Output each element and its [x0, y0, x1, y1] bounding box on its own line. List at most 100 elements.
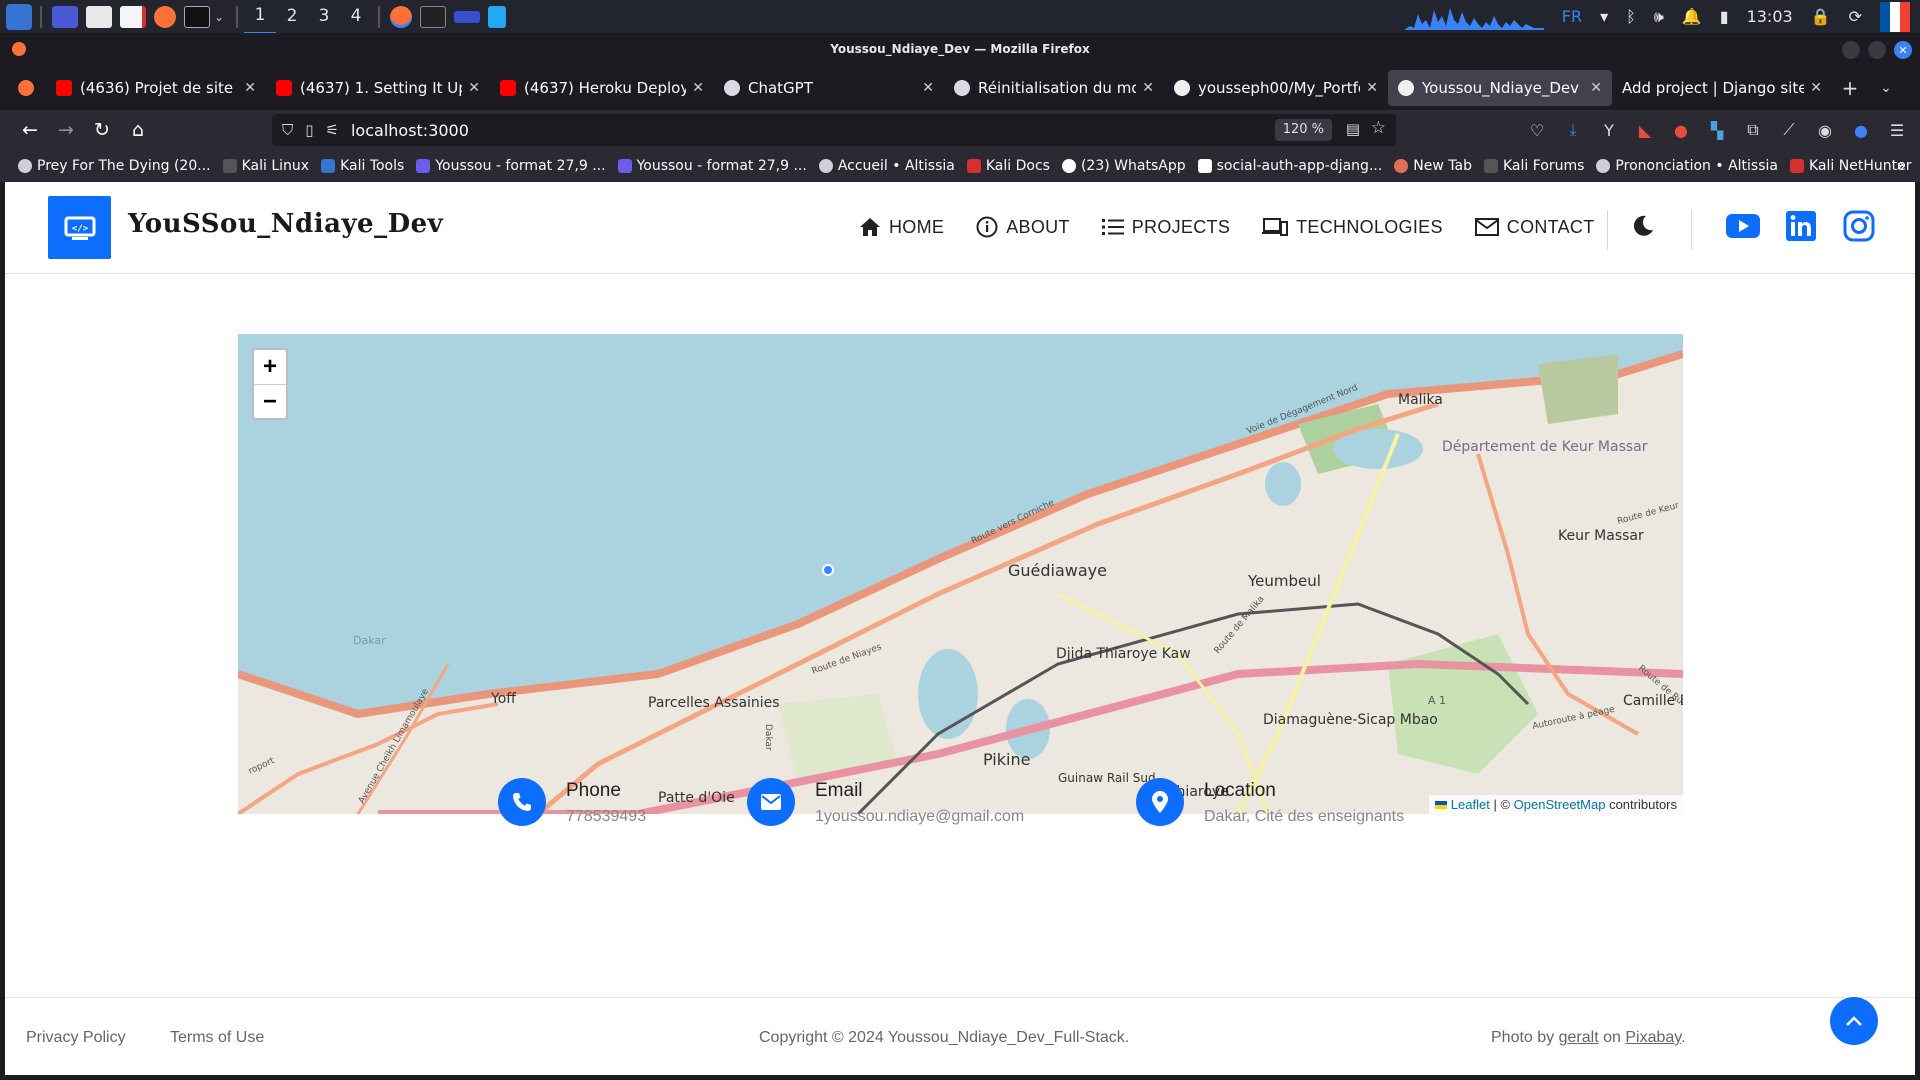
reload-button[interactable]: ↻ [86, 114, 118, 146]
bookmark-item[interactable]: Kali Tools [321, 158, 404, 174]
firefox-launcher-icon[interactable] [154, 5, 176, 28]
extension-k-icon[interactable]: ● [1848, 114, 1874, 146]
tab[interactable]: Réinitialisation du mot de ✕ [944, 70, 1164, 106]
back-button[interactable]: ← [14, 114, 46, 146]
tab[interactable]: (4636) Projet de site Web ✕ [46, 70, 266, 106]
extension-flag-icon[interactable]: ◣ [1632, 114, 1658, 146]
youtube-link[interactable] [1725, 208, 1761, 244]
tab[interactable]: (4637) Heroku Deployme ✕ [490, 70, 714, 106]
tab[interactable]: (4637) 1. Setting It Up: Lo ✕ [266, 70, 490, 106]
photo-author-link[interactable]: geralt [1559, 1029, 1599, 1046]
app-menu-icon[interactable]: ☰ [1884, 114, 1910, 146]
bluetooth-icon[interactable]: ᛒ [1626, 7, 1636, 26]
nav-about[interactable]: ABOUT [976, 216, 1070, 238]
workspace-2[interactable]: 2 [276, 0, 308, 33]
contact-value[interactable]: Dakar, Cité des enseignants [1204, 808, 1404, 826]
bookmark-item[interactable]: Youssou - format 27,9 ... [416, 158, 606, 174]
bookmark-item[interactable]: Kali Forums [1483, 158, 1584, 174]
new-tab-button[interactable]: + [1832, 76, 1868, 100]
zoom-indicator[interactable]: 120 % [1274, 119, 1332, 141]
chevron-down-icon[interactable]: ⌄ [214, 10, 224, 24]
url-text[interactable]: localhost:3000 [351, 121, 469, 140]
more-bookmarks-icon[interactable]: » [1896, 156, 1906, 175]
shield-icon[interactable]: ⛉ [282, 121, 293, 139]
map-tiles[interactable]: Malika Département de Keur Massar Keur M… [238, 334, 1683, 814]
terms-of-use-link[interactable]: Terms of Use [170, 1029, 264, 1047]
brand-logo-icon[interactable]: </> [48, 196, 111, 259]
page-icon[interactable]: ▯ [305, 121, 313, 139]
wifi-icon[interactable]: ▾ [1600, 7, 1608, 26]
bookmark-item[interactable]: Prey For The Dying (20... [18, 158, 211, 174]
zoom-out-button[interactable]: − [254, 384, 286, 418]
vscode-window-icon[interactable] [488, 5, 507, 28]
workspace-3[interactable]: 3 [308, 0, 340, 33]
osm-link[interactable]: OpenStreetMap [1514, 797, 1606, 812]
volume-icon[interactable]: 🕪 [1654, 7, 1664, 27]
pixabay-link[interactable]: Pixabay [1625, 1029, 1681, 1046]
downloads-icon[interactable]: ⤓ [1560, 114, 1586, 146]
close-tab-icon[interactable]: ✕ [1590, 80, 1602, 96]
clock[interactable]: 13:03 [1747, 7, 1793, 26]
zoom-in-button[interactable]: + [254, 350, 286, 384]
nav-home[interactable]: HOME [859, 216, 944, 238]
close-tab-icon[interactable]: ✕ [922, 80, 934, 96]
tab-active[interactable]: Youssou_Ndiaye_Dev ✕ [1388, 70, 1612, 106]
close-tab-icon[interactable]: ✕ [1142, 80, 1154, 96]
terminal-launcher-icon[interactable] [184, 5, 210, 28]
close-tab-icon[interactable]: ✕ [1366, 80, 1378, 96]
extension-record-icon[interactable]: ● [1668, 114, 1694, 146]
instagram-link[interactable] [1841, 208, 1877, 244]
leaflet-map[interactable]: Malika Département de Keur Massar Keur M… [238, 334, 1683, 814]
keyboard-layout-indicator[interactable]: FR [1562, 7, 1582, 26]
bookmark-item[interactable]: Kali Docs [966, 158, 1050, 174]
privacy-policy-link[interactable]: Privacy Policy [26, 1029, 126, 1047]
close-tab-icon[interactable]: ✕ [1810, 80, 1822, 96]
folder-window-icon[interactable] [454, 10, 481, 23]
contact-value[interactable]: 1youssou.ndiaye@gmail.com [815, 808, 1024, 826]
close-tab-icon[interactable]: ✕ [244, 80, 256, 96]
logout-icon[interactable]: ⟳ [1849, 7, 1862, 26]
bookmark-item[interactable]: Kali Linux [222, 158, 309, 174]
tab[interactable]: yousseph00/My_Portfoli ✕ [1164, 70, 1388, 106]
text-editor-icon[interactable] [120, 5, 146, 28]
bookmark-item[interactable]: social-auth-app-djang... [1197, 158, 1382, 174]
bookmark-item[interactable]: New Tab [1394, 158, 1472, 174]
battery-icon[interactable]: ▮ [1720, 7, 1729, 26]
leaflet-link[interactable]: Leaflet [1451, 797, 1490, 812]
nav-technologies[interactable]: TECHNOLOGIES [1262, 216, 1443, 238]
brand-name[interactable]: YouSSou_Ndiaye_Dev [128, 209, 443, 239]
contact-value[interactable]: 778539493 [566, 808, 646, 826]
close-window-button[interactable]: ✕ [1894, 41, 1912, 59]
maximize-button[interactable] [1868, 41, 1886, 59]
bookmark-item[interactable]: (23) WhatsApp [1061, 158, 1186, 174]
pocket-icon[interactable]: ♡ [1524, 114, 1550, 146]
file-manager-icon[interactable] [86, 5, 112, 28]
extension-y-icon[interactable]: Y [1596, 114, 1622, 146]
workspace-4[interactable]: 4 [340, 0, 372, 33]
bookmark-item[interactable]: Kali NetHunter [1790, 158, 1911, 174]
home-button[interactable]: ⌂ [122, 114, 154, 146]
bookmark-item[interactable]: Prononciation • Altissia [1596, 158, 1778, 174]
tab[interactable]: Add project | Django site adr ✕ [1612, 70, 1832, 106]
extension-blocks-icon[interactable]: ▚ [1704, 114, 1730, 146]
kali-menu-button[interactable] [4, 2, 34, 32]
nav-projects[interactable]: PROJECTS [1101, 216, 1230, 238]
minimize-button[interactable] [1842, 41, 1860, 59]
list-all-tabs-icon[interactable]: ⌄ [1868, 80, 1904, 96]
firefox-window-icon[interactable] [390, 5, 413, 28]
nav-contact[interactable]: CONTACT [1474, 216, 1595, 238]
linkedin-link[interactable] [1783, 208, 1819, 244]
url-bar[interactable]: ⛉ ▯ ⚟ localhost:3000 120 % ▤ ☆ [272, 114, 1396, 146]
translate-icon[interactable]: ▤ [1346, 120, 1360, 138]
extension-cursor-icon[interactable]: ◉ [1812, 114, 1838, 146]
lock-icon[interactable]: 🔒 [1811, 7, 1831, 26]
extensions-icon[interactable]: ⧉ [1740, 114, 1766, 146]
flag-icon[interactable] [1880, 1, 1910, 32]
workspace-1[interactable]: 1 [244, 0, 277, 34]
close-tab-icon[interactable]: ✕ [692, 80, 704, 96]
firefox-view-button[interactable] [10, 70, 46, 106]
terminal-window-icon[interactable] [420, 5, 447, 28]
notifications-icon[interactable]: 🔔 [1682, 7, 1702, 26]
theme-toggle-button[interactable] [1631, 214, 1655, 243]
show-desktop-icon[interactable] [52, 5, 78, 28]
